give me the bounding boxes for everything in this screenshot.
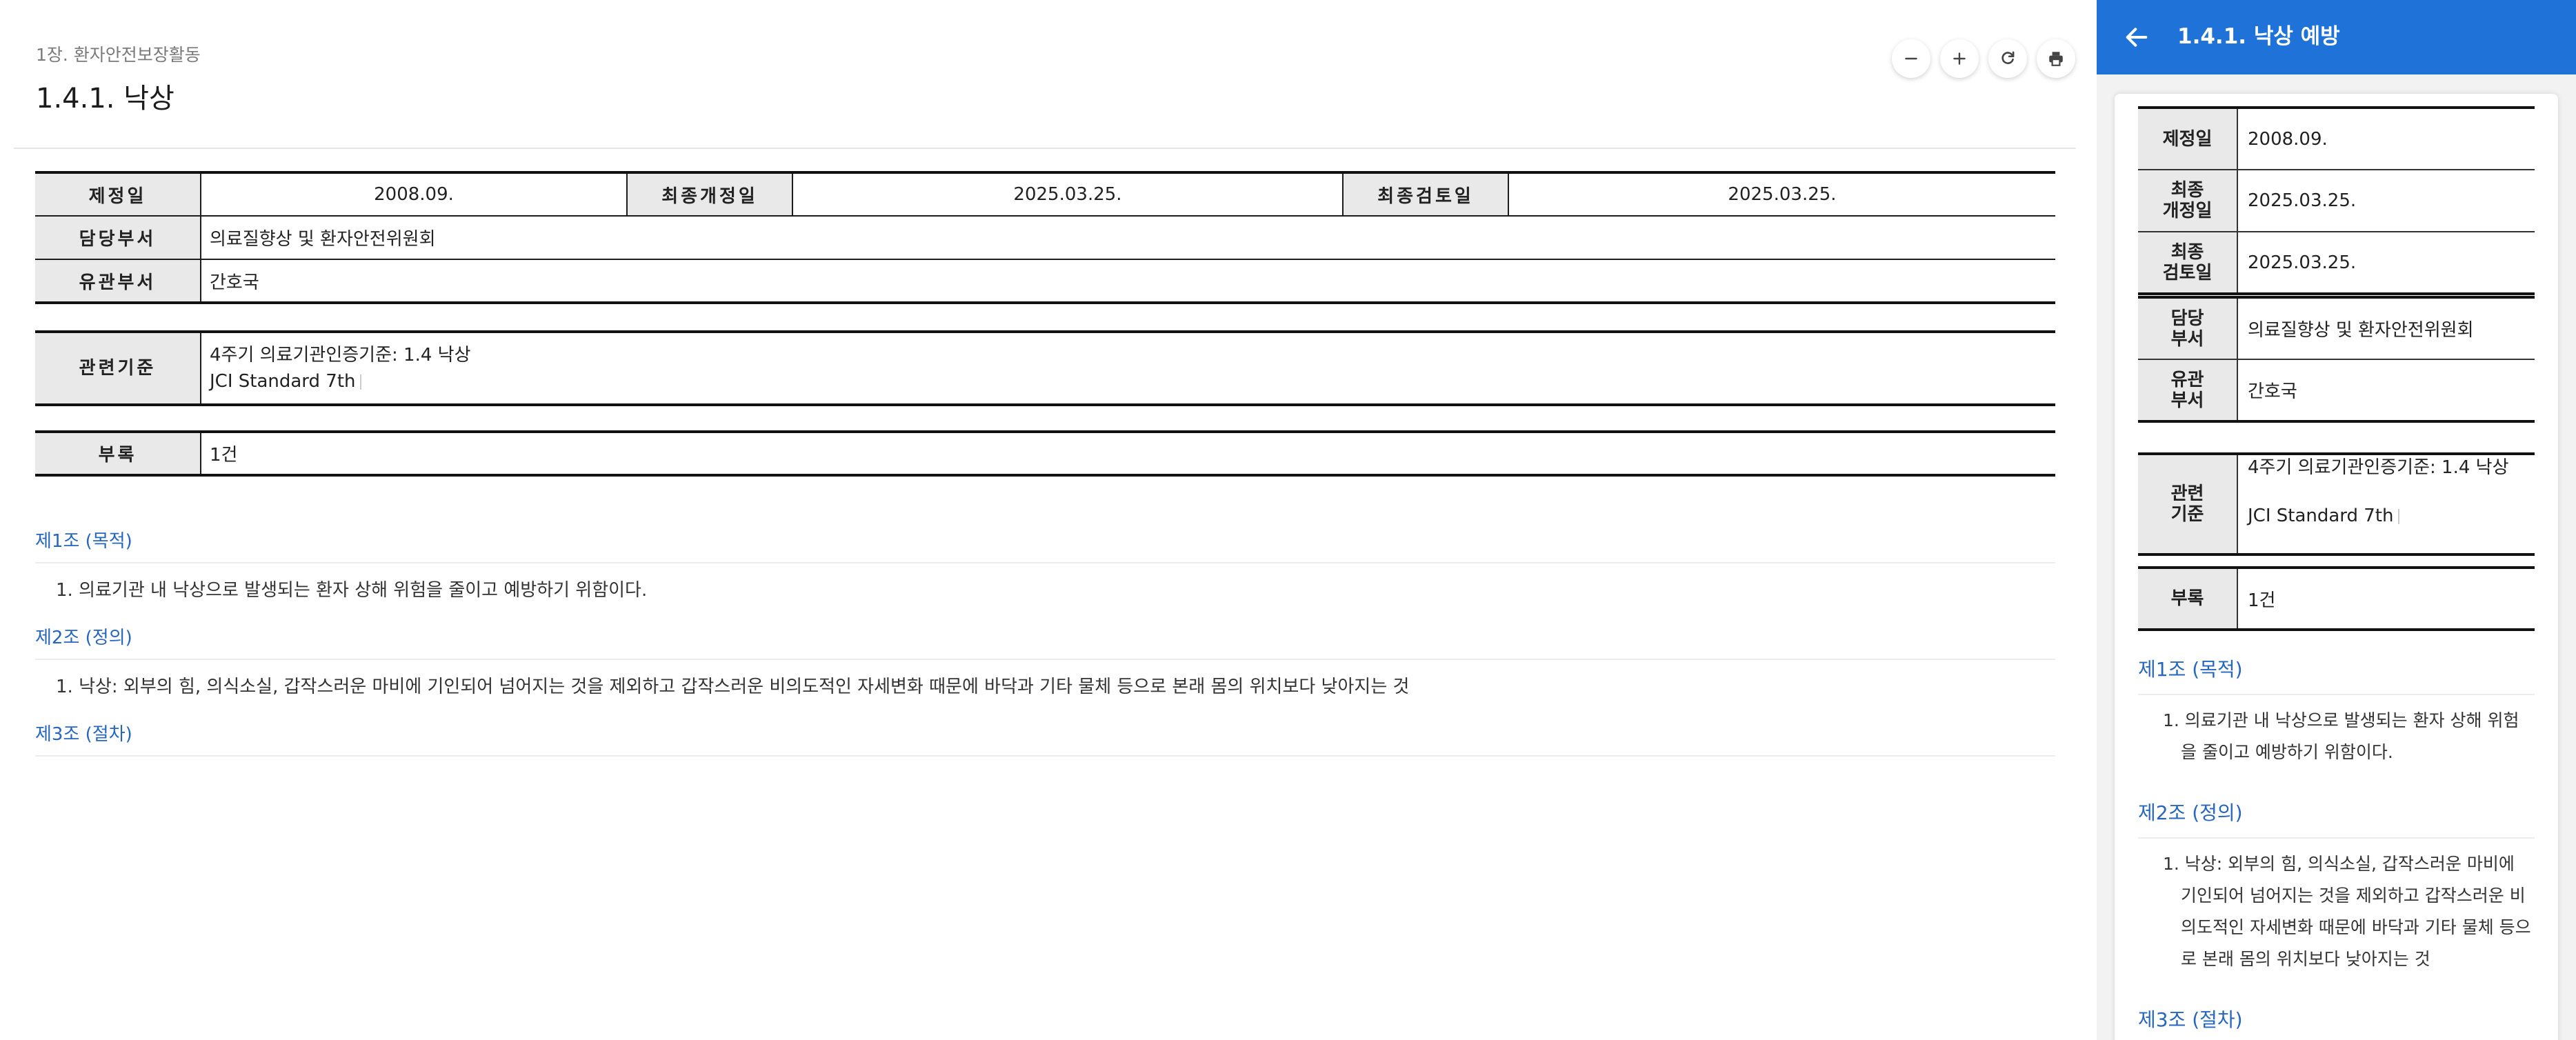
zoom-in-button[interactable] xyxy=(1940,39,1979,78)
appendix-table: 부록 1건 xyxy=(35,430,2055,477)
side-appendix-value[interactable]: 1건 xyxy=(2237,566,2535,631)
text-cursor-mark xyxy=(359,374,361,390)
side-enact-value: 2008.09. xyxy=(2237,106,2535,170)
arrow-left-icon[interactable] xyxy=(2123,23,2150,51)
print-button[interactable] xyxy=(2037,39,2075,78)
appendix-label: 부록 xyxy=(35,430,201,477)
side-dept-label-line1: 담당 xyxy=(2170,308,2204,329)
table-row: 담당부서 의료질향상 및 환자안전위원회 xyxy=(2138,296,2535,360)
document-info-table: 제정일 2008.09. 최종개정일 2025.03.25. 최종검토일 202… xyxy=(35,171,2055,304)
zoom-out-button[interactable] xyxy=(1892,39,1930,78)
article-list: 제1조 (목적) 1. 의료기관 내 낙상으로 발생되는 환자 상해 위험을 줄… xyxy=(35,521,2055,757)
table-row: 제정일 2008.09. xyxy=(2138,106,2535,170)
side-standards-table: 관련 기준 4주기 의료기관인증기준: 1.4 낙상 JCI Standard 7… xyxy=(2138,452,2535,556)
standard-line-1: 4주기 의료기관인증기준: 1.4 낙상 xyxy=(210,345,471,366)
table-row: 부록 1건 xyxy=(35,430,2055,477)
table-row: 부록 1건 xyxy=(2138,566,2535,631)
dept-label: 담당부서 xyxy=(35,215,201,260)
article-2-title[interactable]: 제2조 (정의) xyxy=(35,618,2055,660)
plus-icon xyxy=(1953,52,1966,65)
side-standard-value: 4주기 의료기관인증기준: 1.4 낙상 JCI Standard 7th xyxy=(2237,452,2535,556)
side-date-table: 제정일 2008.09. 최종 개정일 2025.03.25. 최종 검토일 202… xyxy=(2138,106,2535,295)
side-standard-label: 관련 기준 xyxy=(2138,452,2238,556)
revised-date-value: 2025.03.25. xyxy=(792,171,1343,217)
side-standard-line-1: 4주기 의료기관인증기준: 1.4 낙상 xyxy=(2248,457,2509,478)
side-appendix-table: 부록 1건 xyxy=(2138,566,2535,631)
standard-label: 관련기준 xyxy=(35,330,201,406)
side-reviewed-value: 2025.03.25. xyxy=(2237,231,2535,295)
side-dept-label-line2: 부서 xyxy=(2170,328,2204,350)
table-row: 최종 개정일 2025.03.25. xyxy=(2138,169,2535,232)
side-standard-label-line1: 관련 xyxy=(2170,483,2204,504)
text-cursor-mark xyxy=(2397,508,2399,524)
refresh-icon xyxy=(2001,51,2015,64)
side-reviewed-label: 최종 검토일 xyxy=(2138,231,2238,295)
side-standard-line-2: JCI Standard 7th xyxy=(2248,505,2525,527)
article-1-item: 1. 의료기관 내 낙상으로 발생되는 환자 상해 위험을 줄이고 예방하기 위… xyxy=(56,580,648,601)
minus-icon xyxy=(1905,57,1917,60)
article-1-title[interactable]: 제1조 (목적) xyxy=(35,521,2055,563)
article-3-title[interactable]: 제3조 (절차) xyxy=(35,714,2055,757)
side-dept-value: 의료질향상 및 환자안전위원회 xyxy=(2237,296,2535,360)
standard-line-2: JCI Standard 7th xyxy=(210,368,2047,394)
side-standard-label-line2: 기준 xyxy=(2170,504,2204,525)
side-revised-label: 최종 개정일 xyxy=(2138,169,2238,232)
side-panel-title: 1.4.1. 낙상 예방 xyxy=(2177,24,2340,49)
table-row: 담당부서 의료질향상 및 환자안전위원회 xyxy=(35,215,2055,260)
side-related-dept-label: 유관 부서 xyxy=(2138,359,2238,423)
related-dept-label: 유관부서 xyxy=(35,259,201,304)
side-article-1-item: 1. 의료기관 내 낙상으로 발생되는 환자 상해 위험을 줄이고 예방하기 위… xyxy=(2163,710,2519,762)
enact-date-label: 제정일 xyxy=(35,171,201,217)
standards-table: 관련기준 4주기 의료기관인증기준: 1.4 낙상 JCI Standard 7… xyxy=(35,330,2055,406)
side-panel: 1.4.1. 낙상 예방 제정일 2008.09. 최종 개정일 2025.03.… xyxy=(2097,0,2576,1040)
side-revised-value: 2025.03.25. xyxy=(2237,169,2535,232)
breadcrumb-chapter: 1장. 환자안전보장활동 xyxy=(36,45,201,65)
article-2-item: 1. 낙상: 외부의 힘, 의식소실, 갑작스러운 마비에 기인되어 넘어지는 … xyxy=(56,677,1410,697)
table-row: 유관부서 간호국 xyxy=(2138,359,2535,423)
side-article-2-item: 1. 낙상: 외부의 힘, 의식소실, 갑작스러운 마비에 기인되어 넘어지는 … xyxy=(2163,854,2531,969)
document-view: 1장. 환자안전보장활동 1.4.1. 낙상 제정일 2008.09. 최종개정… xyxy=(0,0,2097,1040)
side-reviewed-label-line2: 검토일 xyxy=(2162,262,2213,283)
enact-date-value: 2008.09. xyxy=(201,171,627,217)
side-reviewed-label-line1: 최종 xyxy=(2170,241,2204,263)
side-dept-table: 담당 부서 의료질향상 및 환자안전위원회 유관 부서 간호국 xyxy=(2138,296,2535,423)
side-panel-card: 제정일 2008.09. 최종 개정일 2025.03.25. 최종 검토일 202… xyxy=(2115,94,2558,1040)
document-toolbar xyxy=(1892,39,2075,78)
side-related-dept-value: 간호국 xyxy=(2237,359,2535,423)
appendix-value[interactable]: 1건 xyxy=(201,430,2055,477)
page-title: 1.4.1. 낙상 xyxy=(36,83,174,114)
side-related-dept-label-line1: 유관 xyxy=(2170,369,2204,390)
side-appendix-label: 부록 xyxy=(2138,566,2238,631)
standard-line-2-text: JCI Standard 7th xyxy=(210,371,356,392)
table-row: 최종 검토일 2025.03.25. xyxy=(2138,231,2535,295)
refresh-button[interactable] xyxy=(1988,39,2027,78)
table-row: 제정일 2008.09. 최종개정일 2025.03.25. 최종검토일 202… xyxy=(35,171,2055,217)
side-revised-label-line2: 개정일 xyxy=(2162,201,2213,221)
dept-value: 의료질향상 및 환자안전위원회 xyxy=(201,215,2055,260)
table-row: 관련기준 4주기 의료기관인증기준: 1.4 낙상 JCI Standard 7… xyxy=(35,330,2055,406)
side-article-1-title[interactable]: 제1조 (목적) xyxy=(2138,646,2535,695)
side-revised-label-line1: 최종 xyxy=(2170,180,2204,201)
revised-date-label: 최종개정일 xyxy=(626,171,793,217)
standard-value: 4주기 의료기관인증기준: 1.4 낙상 JCI Standard 7th xyxy=(201,330,2055,406)
side-article-list: 제1조 (목적) 1. 의료기관 내 낙상으로 발생되는 환자 상해 위험을 줄… xyxy=(2138,646,2535,1040)
table-row: 유관부서 간호국 xyxy=(35,259,2055,304)
side-dept-label: 담당 부서 xyxy=(2138,296,2238,360)
side-article-2-title[interactable]: 제2조 (정의) xyxy=(2138,789,2535,839)
side-related-dept-label-line2: 부서 xyxy=(2170,390,2204,411)
side-enact-label: 제정일 xyxy=(2138,106,2238,170)
document-header: 1장. 환자안전보장활동 1.4.1. 낙상 xyxy=(14,0,2076,149)
reviewed-date-value: 2025.03.25. xyxy=(1508,171,2055,217)
side-standard-line-2-text: JCI Standard 7th xyxy=(2248,506,2394,526)
side-article-3-title[interactable]: 제3조 (절차) xyxy=(2138,996,2535,1040)
table-row: 관련기준 4주기 의료기관인증기준: 1.4 낙상 JCI Standard 7… xyxy=(2138,452,2535,556)
reviewed-date-label: 최종검토일 xyxy=(1342,171,1509,217)
printer-icon xyxy=(2049,52,2063,66)
related-dept-value: 간호국 xyxy=(201,259,2055,304)
side-panel-header: 1.4.1. 낙상 예방 xyxy=(2097,0,2576,74)
